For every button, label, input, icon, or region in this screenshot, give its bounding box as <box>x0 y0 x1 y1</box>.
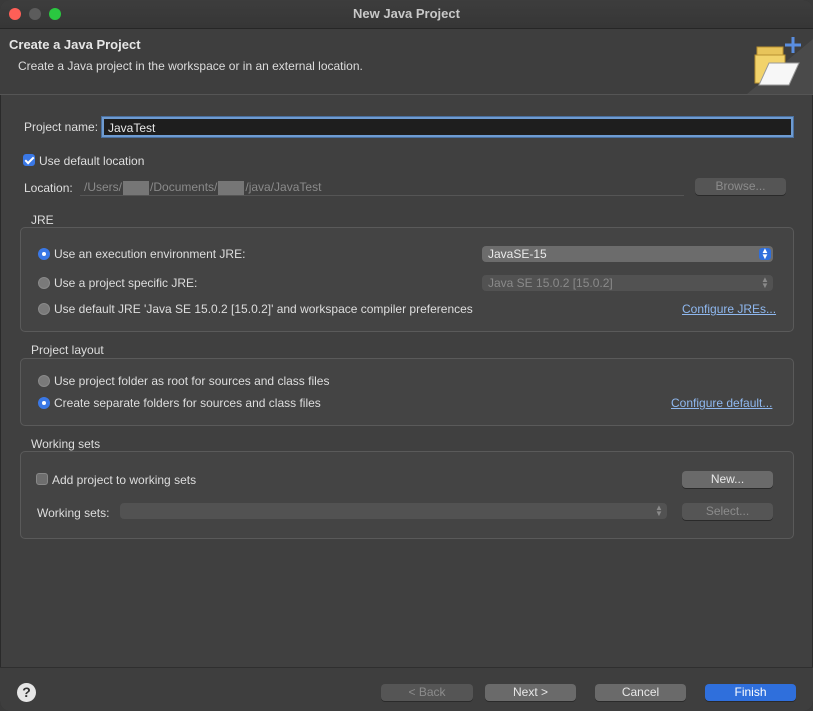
execution-env-select[interactable]: JavaSE-15 ▲ ▼ <box>482 246 773 262</box>
project-specific-jre-radio[interactable] <box>38 277 50 289</box>
wizard-header: Create a Java Project Create a Java proj… <box>0 29 813 95</box>
execution-env-radio[interactable] <box>38 248 50 260</box>
java-project-folder-icon <box>747 37 813 94</box>
separate-folders-radio[interactable] <box>38 397 50 409</box>
browse-button[interactable]: Browse... <box>695 178 786 195</box>
project-layout-group-label: Project layout <box>31 343 104 357</box>
project-root-radio[interactable] <box>38 375 50 387</box>
project-name-label: Project name: <box>24 120 99 134</box>
next-button[interactable]: Next > <box>485 684 576 701</box>
use-default-location-label: Use default location <box>39 154 145 168</box>
working-sets-select[interactable]: ▲ ▼ <box>120 503 667 519</box>
updown-chevron-icon: ▲ ▼ <box>761 275 769 290</box>
jre-group-label: JRE <box>31 213 54 227</box>
separate-folders-label: Create separate folders for sources and … <box>54 396 321 410</box>
location-field[interactable]: /Users/ /Documents/ /java/JavaTest <box>80 178 684 196</box>
working-sets-group <box>20 451 794 539</box>
default-jre-radio[interactable] <box>38 303 50 315</box>
project-specific-jre-select[interactable]: Java SE 15.0.2 [15.0.2] ▲ ▼ <box>482 275 773 291</box>
updown-chevron-icon: ▲ ▼ <box>655 503 663 518</box>
title-bar: New Java Project <box>0 0 813 29</box>
location-label: Location: <box>24 181 73 195</box>
project-name-value: JavaTest <box>108 121 156 135</box>
help-icon[interactable]: ? <box>17 683 36 702</box>
project-specific-jre-value: Java SE 15.0.2 [15.0.2] <box>488 276 613 290</box>
cancel-button[interactable]: Cancel <box>595 684 686 701</box>
project-name-input[interactable]: JavaTest <box>102 117 793 137</box>
execution-env-value: JavaSE-15 <box>488 247 547 261</box>
add-to-working-sets-checkbox[interactable] <box>36 473 48 485</box>
wizard-description: Create a Java project in the workspace o… <box>18 59 363 73</box>
add-to-working-sets-label: Add project to working sets <box>52 473 197 487</box>
location-path-part: /java/JavaTest <box>245 180 322 194</box>
use-default-location-checkbox[interactable] <box>23 154 35 166</box>
working-sets-label: Working sets: <box>37 506 110 520</box>
default-jre-label: Use default JRE 'Java SE 15.0.2 [15.0.2]… <box>54 302 473 316</box>
wizard-footer: ? < Back Next > Cancel Finish <box>0 667 813 711</box>
location-path-part: /Users/ <box>84 180 123 194</box>
redacted-text <box>218 180 245 195</box>
project-specific-jre-label: Use a project specific JRE: <box>54 276 198 290</box>
execution-env-label: Use an execution environment JRE: <box>54 247 246 261</box>
configure-default-link[interactable]: Configure default... <box>671 396 772 410</box>
updown-chevron-icon: ▲ ▼ <box>759 247 771 261</box>
redacted-text <box>123 180 150 195</box>
finish-button[interactable]: Finish <box>705 684 796 701</box>
location-path-part: /Documents/ <box>150 180 218 194</box>
new-working-set-button[interactable]: New... <box>682 471 773 488</box>
configure-jres-link[interactable]: Configure JREs... <box>682 302 776 316</box>
project-root-label: Use project folder as root for sources a… <box>54 374 330 388</box>
back-button[interactable]: < Back <box>381 684 473 701</box>
new-java-project-dialog: New Java Project Create a Java Project C… <box>0 0 813 711</box>
window-title: New Java Project <box>353 6 460 21</box>
working-sets-group-label: Working sets <box>31 437 101 451</box>
project-layout-group <box>20 358 794 426</box>
wizard-title: Create a Java Project <box>9 37 141 52</box>
select-working-set-button[interactable]: Select... <box>682 503 773 520</box>
